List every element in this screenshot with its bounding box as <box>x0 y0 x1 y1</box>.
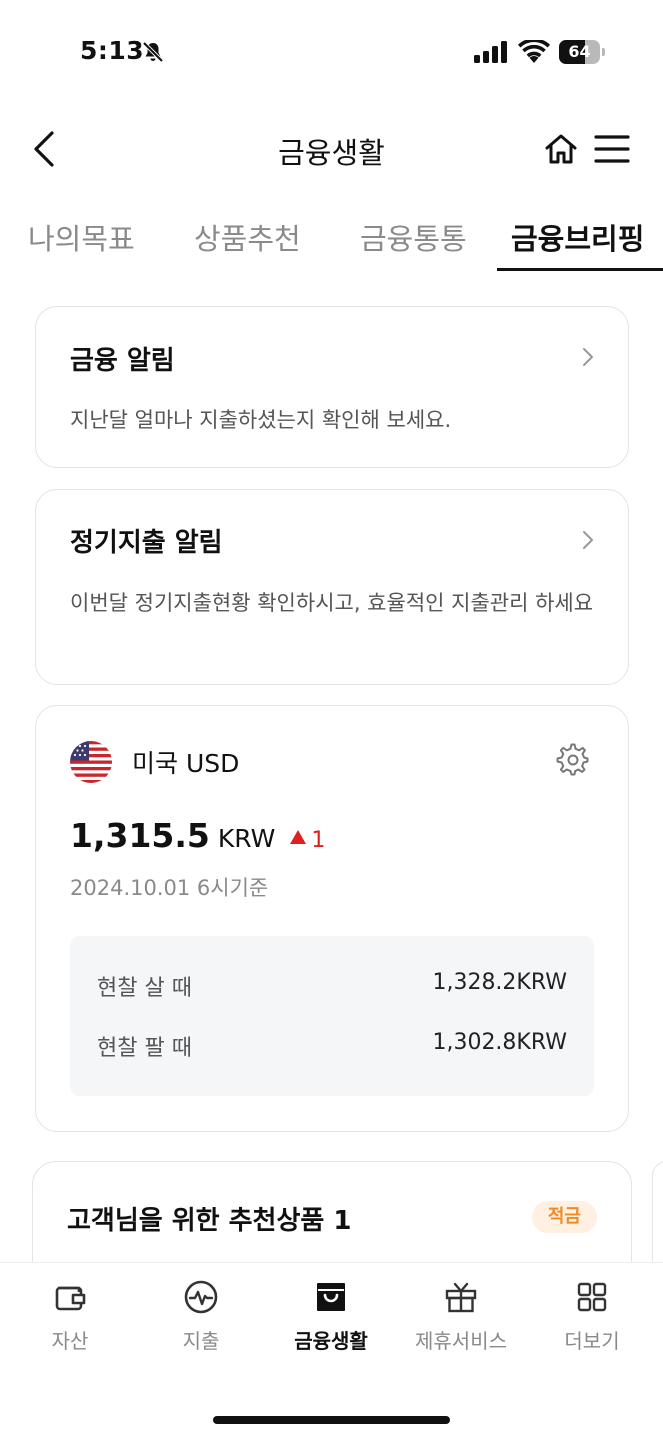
bell-slash-icon <box>142 41 164 63</box>
product-type-badge: 적금 <box>531 1201 597 1233</box>
recurring-alert-title: 정기지출 알림 <box>70 528 223 558</box>
nav-assets[interactable]: 자산 <box>4 1279 136 1359</box>
wifi-icon <box>518 40 550 63</box>
hamburger-menu-icon[interactable] <box>594 133 630 165</box>
exchange-rate-row: 1,315.5 KRW 1 <box>70 816 325 855</box>
chevron-right-icon <box>583 531 593 549</box>
tab-finance-talk[interactable]: 금융통통 <box>360 216 467 258</box>
chevron-right-icon <box>583 348 593 366</box>
home-indicator <box>213 1416 450 1424</box>
nav-label-finance-life: 금융생활 <box>294 1329 368 1353</box>
nav-label-partner-services: 제휴서비스 <box>415 1329 507 1353</box>
cash-buy-row: 현찰 살 때 1,328.2KRW <box>97 970 567 1002</box>
bottom-navigation: 자산 지출 금융생활 제휴서비스 더보기 <box>0 1262 663 1440</box>
cellular-signal-icon <box>474 41 507 63</box>
cash-sell-label: 현찰 팔 때 <box>97 1036 192 1061</box>
shopping-bag-icon <box>317 1283 345 1311</box>
cash-buy-label: 현찰 살 때 <box>97 976 192 1001</box>
nav-label-more: 더보기 <box>564 1329 620 1353</box>
exchange-rate-unit: KRW <box>217 824 276 853</box>
finance-alert-title: 금융 알림 <box>70 346 175 376</box>
exchange-rate-date: 2024.10.01 6시기준 <box>70 876 269 900</box>
currency-country: 미국 USD <box>132 749 240 778</box>
exchange-rate-card: 미국 USD 1,315.5 KRW 1 2024.10.01 6시기준 현찰 살 … <box>35 705 629 1132</box>
pulse-icon <box>184 1280 218 1314</box>
nav-more[interactable]: 더보기 <box>526 1279 658 1359</box>
nav-partner-services[interactable]: 제휴서비스 <box>395 1279 527 1359</box>
cash-rate-box: 현찰 살 때 1,328.2KRW 현찰 팔 때 1,302.8KRW <box>70 936 594 1096</box>
recurring-alert-desc: 이번달 정기지출현황 확인하시고, 효율적인 지출관리 하세요 <box>70 591 594 615</box>
battery-level: 64 <box>568 42 591 61</box>
tab-my-goals[interactable]: 나의목표 <box>28 216 135 258</box>
battery-indicator: 64 <box>559 40 605 64</box>
gear-icon[interactable] <box>556 743 590 777</box>
finance-alert-desc: 지난달 얼마나 지출하셨는지 확인해 보세요. <box>70 408 452 432</box>
status-bar: 5:13 64 <box>0 0 663 100</box>
nav-label-assets: 자산 <box>51 1329 89 1353</box>
exchange-rate-change: 1 <box>311 828 326 853</box>
cash-sell-value: 1,302.8KRW <box>432 1030 567 1055</box>
nav-finance-life[interactable]: 금융생활 <box>265 1279 397 1359</box>
recurring-spending-alert-card[interactable]: 정기지출 알림 이번달 정기지출현황 확인하시고, 효율적인 지출관리 하세요 <box>35 489 629 685</box>
wallet-icon <box>55 1286 86 1311</box>
gift-icon <box>445 1282 477 1313</box>
nav-label-spending: 지출 <box>182 1329 220 1353</box>
exchange-rate-value: 1,315.5 <box>70 816 210 855</box>
active-tab-indicator <box>497 268 663 271</box>
triangle-up-icon <box>290 830 307 844</box>
grid-icon <box>577 1282 607 1312</box>
finance-alert-card[interactable]: 금융 알림 지난달 얼마나 지출하셨는지 확인해 보세요. <box>35 306 629 468</box>
cash-sell-row: 현찰 팔 때 1,302.8KRW <box>97 1030 567 1062</box>
tab-product-recommendation[interactable]: 상품추천 <box>194 216 301 258</box>
recommended-product-title: 고객님을 위한 추천상품 1 <box>67 1206 352 1236</box>
cash-buy-value: 1,328.2KRW <box>432 970 567 995</box>
nav-spending[interactable]: 지출 <box>135 1279 267 1359</box>
tab-finance-briefing[interactable]: 금융브리핑 <box>511 216 644 258</box>
app-header: 금융생활 <box>0 112 663 184</box>
us-flag-icon <box>70 741 112 783</box>
home-icon[interactable] <box>543 132 579 166</box>
category-tabs: 나의목표 상품추천 금융통통 금융브리핑 <box>0 200 663 272</box>
status-time: 5:13 <box>80 36 145 65</box>
